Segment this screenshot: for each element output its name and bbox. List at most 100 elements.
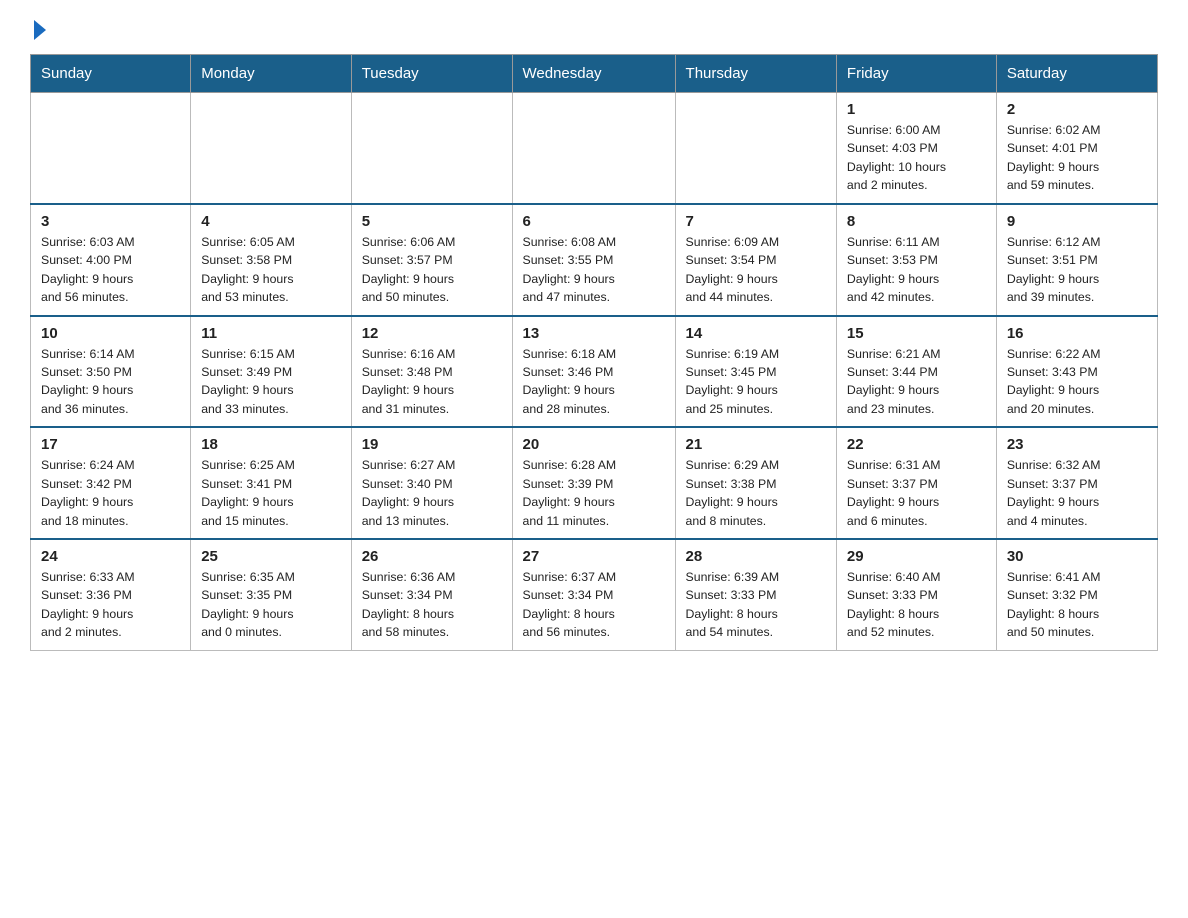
- calendar-cell: 12 Sunrise: 6:16 AM Sunset: 3:48 PM Dayli…: [351, 316, 512, 428]
- calendar-cell: 5 Sunrise: 6:06 AM Sunset: 3:57 PM Daylig…: [351, 204, 512, 316]
- calendar-cell: 2 Sunrise: 6:02 AM Sunset: 4:01 PM Daylig…: [996, 93, 1157, 204]
- day-info: Sunrise: 6:16 AM Sunset: 3:48 PM Dayligh…: [362, 345, 502, 419]
- calendar-cell: 30 Sunrise: 6:41 AM Sunset: 3:32 PM Dayli…: [996, 539, 1157, 650]
- calendar-week-row: 3 Sunrise: 6:03 AM Sunset: 4:00 PM Daylig…: [31, 204, 1158, 316]
- calendar-cell: 29 Sunrise: 6:40 AM Sunset: 3:33 PM Dayli…: [836, 539, 996, 650]
- calendar-cell: 11 Sunrise: 6:15 AM Sunset: 3:49 PM Dayli…: [191, 316, 351, 428]
- day-number: 17: [41, 436, 180, 453]
- calendar-cell: 18 Sunrise: 6:25 AM Sunset: 3:41 PM Dayli…: [191, 427, 351, 539]
- day-info: Sunrise: 6:08 AM Sunset: 3:55 PM Dayligh…: [523, 233, 665, 307]
- day-number: 4: [201, 213, 340, 230]
- day-info: Sunrise: 6:22 AM Sunset: 3:43 PM Dayligh…: [1007, 345, 1147, 419]
- calendar-cell: 4 Sunrise: 6:05 AM Sunset: 3:58 PM Daylig…: [191, 204, 351, 316]
- calendar-cell: 8 Sunrise: 6:11 AM Sunset: 3:53 PM Daylig…: [836, 204, 996, 316]
- calendar-cell: 23 Sunrise: 6:32 AM Sunset: 3:37 PM Dayli…: [996, 427, 1157, 539]
- calendar-cell: 22 Sunrise: 6:31 AM Sunset: 3:37 PM Dayli…: [836, 427, 996, 539]
- day-number: 15: [847, 325, 986, 342]
- day-info: Sunrise: 6:15 AM Sunset: 3:49 PM Dayligh…: [201, 345, 340, 419]
- day-info: Sunrise: 6:27 AM Sunset: 3:40 PM Dayligh…: [362, 456, 502, 530]
- calendar-cell: 24 Sunrise: 6:33 AM Sunset: 3:36 PM Dayli…: [31, 539, 191, 650]
- calendar-cell: 21 Sunrise: 6:29 AM Sunset: 3:38 PM Dayli…: [675, 427, 836, 539]
- day-number: 6: [523, 213, 665, 230]
- header-friday: Friday: [836, 55, 996, 93]
- day-number: 11: [201, 325, 340, 342]
- day-info: Sunrise: 6:03 AM Sunset: 4:00 PM Dayligh…: [41, 233, 180, 307]
- calendar-week-row: 1 Sunrise: 6:00 AM Sunset: 4:03 PM Daylig…: [31, 93, 1158, 204]
- calendar-week-row: 10 Sunrise: 6:14 AM Sunset: 3:50 PM Dayli…: [31, 316, 1158, 428]
- header-tuesday: Tuesday: [351, 55, 512, 93]
- day-number: 25: [201, 548, 340, 565]
- calendar-cell: [351, 93, 512, 204]
- day-number: 20: [523, 436, 665, 453]
- day-info: Sunrise: 6:33 AM Sunset: 3:36 PM Dayligh…: [41, 568, 180, 642]
- day-info: Sunrise: 6:29 AM Sunset: 3:38 PM Dayligh…: [686, 456, 826, 530]
- day-info: Sunrise: 6:14 AM Sunset: 3:50 PM Dayligh…: [41, 345, 180, 419]
- day-info: Sunrise: 6:36 AM Sunset: 3:34 PM Dayligh…: [362, 568, 502, 642]
- day-info: Sunrise: 6:09 AM Sunset: 3:54 PM Dayligh…: [686, 233, 826, 307]
- day-number: 13: [523, 325, 665, 342]
- header: [30, 20, 1158, 36]
- day-info: Sunrise: 6:21 AM Sunset: 3:44 PM Dayligh…: [847, 345, 986, 419]
- day-number: 29: [847, 548, 986, 565]
- logo: [30, 20, 50, 36]
- day-info: Sunrise: 6:25 AM Sunset: 3:41 PM Dayligh…: [201, 456, 340, 530]
- day-number: 21: [686, 436, 826, 453]
- day-number: 30: [1007, 548, 1147, 565]
- day-info: Sunrise: 6:39 AM Sunset: 3:33 PM Dayligh…: [686, 568, 826, 642]
- calendar-cell: 9 Sunrise: 6:12 AM Sunset: 3:51 PM Daylig…: [996, 204, 1157, 316]
- day-number: 22: [847, 436, 986, 453]
- calendar-cell: 16Sunrise: 6:22 AM Sunset: 3:43 PM Dayli…: [996, 316, 1157, 428]
- header-wednesday: Wednesday: [512, 55, 675, 93]
- calendar-cell: 28 Sunrise: 6:39 AM Sunset: 3:33 PM Dayli…: [675, 539, 836, 650]
- header-saturday: Saturday: [996, 55, 1157, 93]
- day-number: 5: [362, 213, 502, 230]
- day-number: 12: [362, 325, 502, 342]
- day-info: Sunrise: 6:37 AM Sunset: 3:34 PM Dayligh…: [523, 568, 665, 642]
- calendar-cell: 1 Sunrise: 6:00 AM Sunset: 4:03 PM Daylig…: [836, 93, 996, 204]
- day-number: 18: [201, 436, 340, 453]
- calendar-cell: [512, 93, 675, 204]
- calendar-cell: 13Sunrise: 6:18 AM Sunset: 3:46 PM Dayli…: [512, 316, 675, 428]
- calendar-cell: 10 Sunrise: 6:14 AM Sunset: 3:50 PM Dayli…: [31, 316, 191, 428]
- day-info: Sunrise: 6:32 AM Sunset: 3:37 PM Dayligh…: [1007, 456, 1147, 530]
- day-number: 1: [847, 101, 986, 118]
- day-number: 10: [41, 325, 180, 342]
- calendar-table: Sunday Monday Tuesday Wednesday Thursday…: [30, 54, 1158, 651]
- day-number: 9: [1007, 213, 1147, 230]
- calendar-week-row: 24 Sunrise: 6:33 AM Sunset: 3:36 PM Dayli…: [31, 539, 1158, 650]
- calendar-cell: 17Sunrise: 6:24 AM Sunset: 3:42 PM Dayli…: [31, 427, 191, 539]
- day-number: 8: [847, 213, 986, 230]
- calendar-cell: 27 Sunrise: 6:37 AM Sunset: 3:34 PM Dayli…: [512, 539, 675, 650]
- day-number: 23: [1007, 436, 1147, 453]
- calendar-cell: 7 Sunrise: 6:09 AM Sunset: 3:54 PM Daylig…: [675, 204, 836, 316]
- day-info: Sunrise: 6:40 AM Sunset: 3:33 PM Dayligh…: [847, 568, 986, 642]
- calendar-cell: 19 Sunrise: 6:27 AM Sunset: 3:40 PM Dayli…: [351, 427, 512, 539]
- day-info: Sunrise: 6:02 AM Sunset: 4:01 PM Dayligh…: [1007, 121, 1147, 195]
- calendar-cell: 25Sunrise: 6:35 AM Sunset: 3:35 PM Dayli…: [191, 539, 351, 650]
- day-number: 3: [41, 213, 180, 230]
- day-info: Sunrise: 6:06 AM Sunset: 3:57 PM Dayligh…: [362, 233, 502, 307]
- calendar-cell: [191, 93, 351, 204]
- calendar-cell: 15 Sunrise: 6:21 AM Sunset: 3:44 PM Dayli…: [836, 316, 996, 428]
- day-number: 2: [1007, 101, 1147, 118]
- day-info: Sunrise: 6:28 AM Sunset: 3:39 PM Dayligh…: [523, 456, 665, 530]
- day-number: 14: [686, 325, 826, 342]
- day-info: Sunrise: 6:31 AM Sunset: 3:37 PM Dayligh…: [847, 456, 986, 530]
- day-info: Sunrise: 6:00 AM Sunset: 4:03 PM Dayligh…: [847, 121, 986, 195]
- day-info: Sunrise: 6:11 AM Sunset: 3:53 PM Dayligh…: [847, 233, 986, 307]
- day-info: Sunrise: 6:05 AM Sunset: 3:58 PM Dayligh…: [201, 233, 340, 307]
- calendar-cell: 6 Sunrise: 6:08 AM Sunset: 3:55 PM Daylig…: [512, 204, 675, 316]
- calendar-cell: [675, 93, 836, 204]
- day-number: 19: [362, 436, 502, 453]
- calendar-cell: 20 Sunrise: 6:28 AM Sunset: 3:39 PM Dayli…: [512, 427, 675, 539]
- calendar-cell: [31, 93, 191, 204]
- day-number: 7: [686, 213, 826, 230]
- day-info: Sunrise: 6:12 AM Sunset: 3:51 PM Dayligh…: [1007, 233, 1147, 307]
- day-number: 27: [523, 548, 665, 565]
- day-info: Sunrise: 6:41 AM Sunset: 3:32 PM Dayligh…: [1007, 568, 1147, 642]
- calendar-cell: 3 Sunrise: 6:03 AM Sunset: 4:00 PM Daylig…: [31, 204, 191, 316]
- day-number: 28: [686, 548, 826, 565]
- day-number: 26: [362, 548, 502, 565]
- header-sunday: Sunday: [31, 55, 191, 93]
- day-number: 24: [41, 548, 180, 565]
